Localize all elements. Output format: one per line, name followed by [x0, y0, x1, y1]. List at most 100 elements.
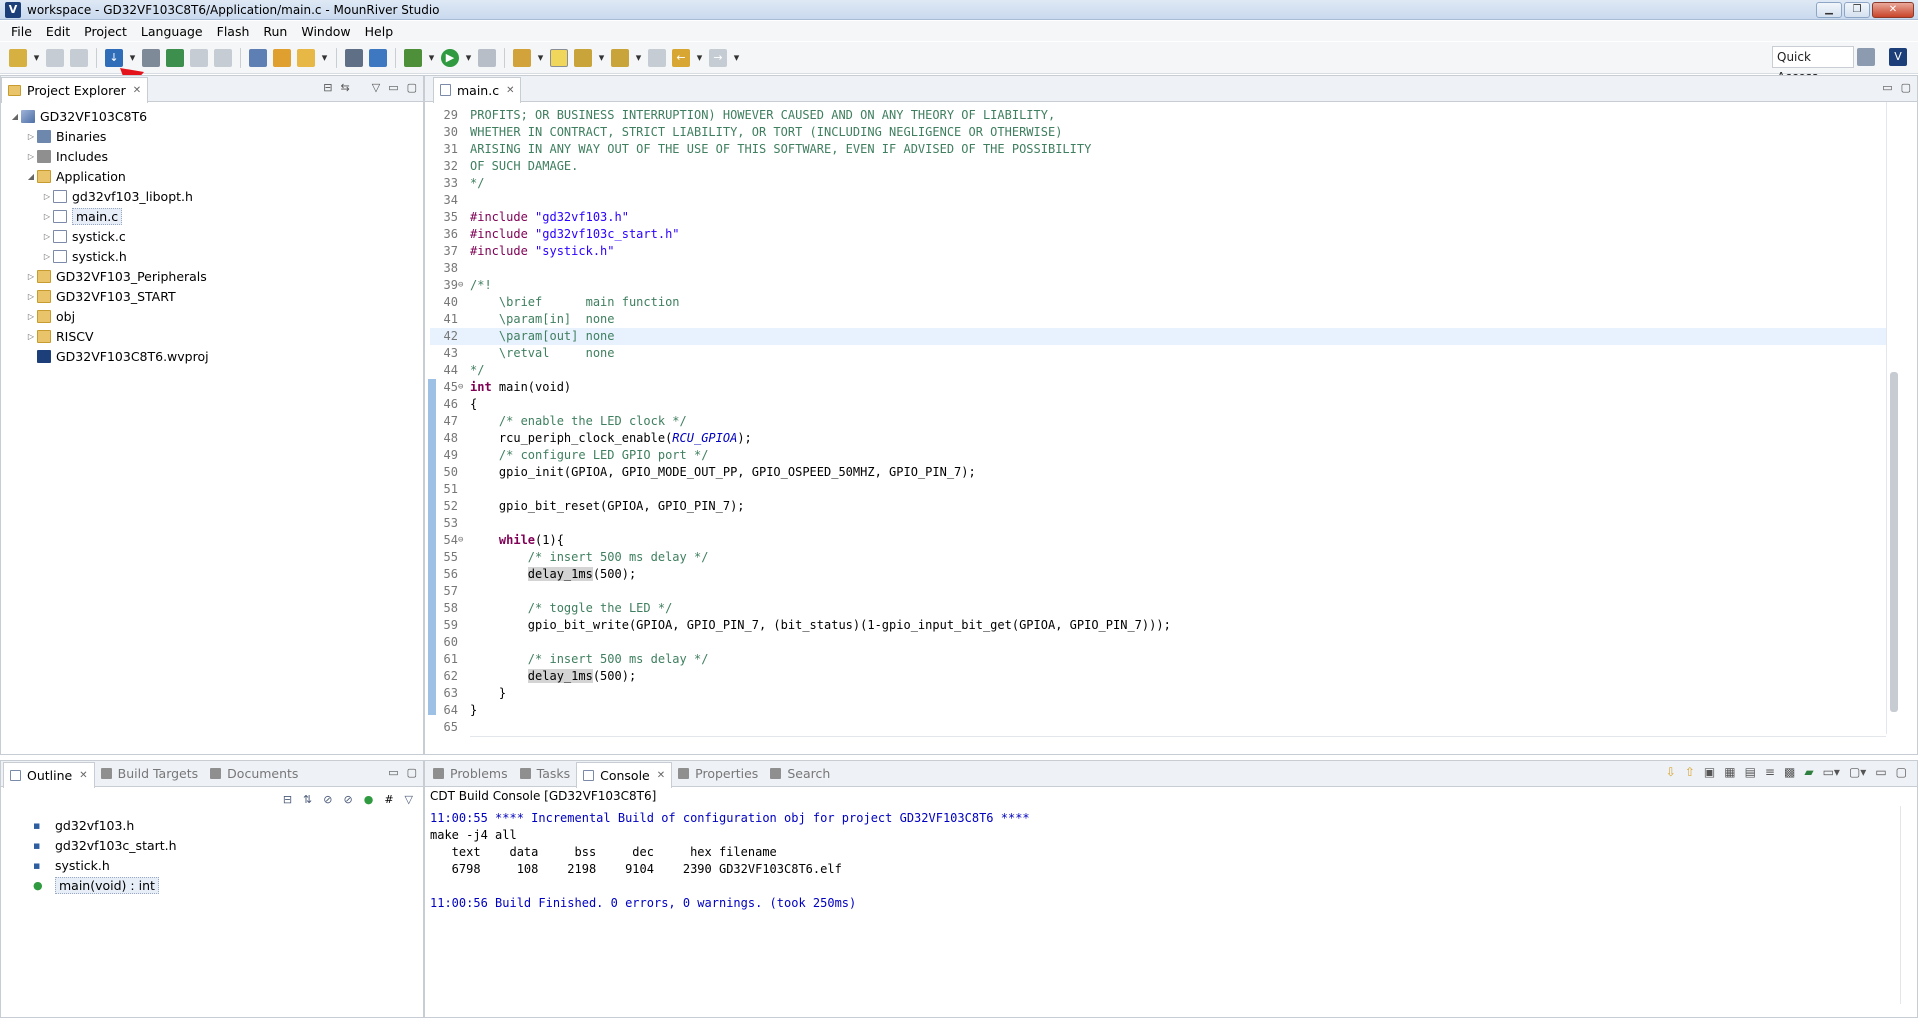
next-annotation-dropdown-icon[interactable]: ▾ [597, 49, 606, 67]
close-tab-icon[interactable]: ✕ [133, 85, 141, 96]
open-folder-icon[interactable] [297, 48, 315, 67]
link-editor-icon[interactable]: ⇆ [341, 81, 350, 94]
maximize-view-icon[interactable]: ▢ [1896, 765, 1907, 779]
expanded-icon[interactable]: ◢ [25, 172, 37, 181]
tab-console[interactable]: Console ✕ [576, 761, 673, 788]
tab-tasks[interactable]: Tasks [514, 762, 577, 786]
collapsed-icon[interactable]: ▷ [25, 312, 37, 321]
minimize-view-icon[interactable]: ▭ [388, 766, 398, 779]
debug-dropdown-icon[interactable]: ▾ [427, 49, 436, 67]
view-menu-icon[interactable]: ▽ [372, 81, 380, 94]
run-dropdown-icon[interactable]: ▾ [464, 49, 473, 67]
collapsed-icon[interactable]: ▷ [25, 292, 37, 301]
menu-window[interactable]: Window [294, 24, 357, 39]
tab-search[interactable]: Search [764, 762, 836, 786]
scroll-down-icon[interactable]: ⇩ [1666, 765, 1676, 779]
quick-access-field[interactable]: Quick Access [1772, 46, 1854, 84]
tree-item[interactable]: ▷ GD32VF103_START [1, 286, 423, 306]
new-project-icon[interactable] [273, 48, 291, 67]
back-icon[interactable]: ← [672, 48, 690, 67]
open-console-icon[interactable]: ▰ [1804, 765, 1813, 779]
collapsed-icon[interactable]: ▷ [25, 332, 37, 341]
forward-icon[interactable]: → [709, 48, 727, 67]
import-icon[interactable] [369, 48, 387, 67]
marker-icon[interactable] [513, 48, 531, 67]
open-perspective-icon[interactable] [1857, 48, 1875, 66]
minimize-view-icon[interactable]: ▭ [388, 81, 398, 94]
new-icon[interactable] [9, 48, 27, 67]
maximize-view-icon[interactable]: ▢ [407, 81, 417, 94]
console-vertical-scrollbar[interactable] [1900, 806, 1914, 1004]
menu-project[interactable]: Project [77, 24, 134, 39]
tree-item[interactable]: ▷ Binaries [1, 126, 423, 146]
scroll-lock-icon[interactable]: ▣ [1704, 765, 1715, 779]
perspective-mounriver-icon[interactable]: V [1889, 48, 1907, 66]
close-button[interactable]: ✕ [1872, 2, 1914, 18]
last-edit-icon[interactable] [648, 48, 666, 67]
minimize-button[interactable]: ▁ [1816, 2, 1842, 18]
collapsed-icon[interactable]: ▷ [41, 212, 53, 221]
menu-help[interactable]: Help [358, 24, 401, 39]
outline-item[interactable]: ● main(void) : int [1, 875, 423, 895]
close-tab-icon[interactable]: ✕ [657, 770, 665, 781]
close-tab-icon[interactable]: ✕ [79, 770, 87, 781]
minimize-view-icon[interactable]: ▭ [1882, 81, 1892, 94]
clear-console-icon[interactable]: ▦ [1724, 765, 1735, 779]
display-console-icon[interactable]: ▭▾ [1823, 765, 1840, 779]
run-icon[interactable]: ▶ [441, 48, 459, 67]
new-file-icon[interactable] [249, 48, 267, 67]
hide-fields-icon[interactable]: ⊘ [323, 793, 332, 806]
menu-file[interactable]: File [4, 24, 39, 39]
tab-main-c[interactable]: main.c ✕ [433, 76, 522, 103]
collapsed-icon[interactable]: ▷ [25, 152, 37, 161]
collapsed-icon[interactable]: ▷ [41, 252, 53, 261]
fold-toggle-icon[interactable]: ⊖ [458, 277, 463, 294]
collapsed-icon[interactable]: ▷ [25, 272, 37, 281]
tab-properties[interactable]: Properties [672, 762, 764, 786]
save-icon[interactable] [46, 48, 64, 67]
tab-outline[interactable]: Outline ✕ [3, 761, 95, 788]
open-dropdown-icon[interactable]: ▾ [320, 49, 329, 67]
back-dropdown-icon[interactable]: ▾ [695, 49, 704, 67]
tree-item[interactable]: ◢ GD32VF103C8T6 [1, 106, 423, 126]
forward-dropdown-icon[interactable]: ▾ [732, 49, 741, 67]
close-tab-icon[interactable]: ✕ [506, 85, 514, 96]
hide-macros-icon[interactable]: # [384, 793, 393, 806]
tab-project-explorer[interactable]: Project Explorer ✕ [1, 76, 149, 103]
scroll-up-icon[interactable]: ⇧ [1685, 765, 1695, 779]
sort-icon[interactable]: ⇅ [303, 793, 312, 806]
toggle-mark-occurrences-icon[interactable] [550, 48, 568, 67]
collapse-all-icon[interactable]: ⊟ [283, 793, 292, 806]
next-annotation-icon[interactable] [574, 48, 592, 67]
tree-item[interactable]: GD32VF103C8T6.wvproj [1, 346, 423, 366]
word-wrap-icon[interactable]: ≡ [1765, 765, 1775, 779]
collapsed-icon[interactable]: ▷ [25, 132, 37, 141]
editor-scroll-thumb[interactable] [1890, 372, 1898, 712]
tree-item[interactable]: ▷ systick.h [1, 246, 423, 266]
menu-language[interactable]: Language [134, 24, 210, 39]
marker-dropdown-icon[interactable]: ▾ [536, 49, 545, 67]
tree-item[interactable]: ▷ systick.c [1, 226, 423, 246]
editor-vertical-scrollbar[interactable] [1886, 102, 1900, 734]
fold-toggle-icon[interactable]: ⊖ [458, 532, 463, 549]
outline-item[interactable]: ▪ gd32vf103.h [1, 815, 423, 835]
tree-item[interactable]: ▷ Includes [1, 146, 423, 166]
collapsed-icon[interactable]: ▷ [41, 192, 53, 201]
new-console-icon[interactable]: ▢▾ [1849, 765, 1866, 779]
menu-flash[interactable]: Flash [210, 24, 257, 39]
collapsed-icon[interactable]: ▷ [41, 232, 53, 241]
external-tools-icon[interactable] [478, 48, 496, 67]
tree-item[interactable]: ▷ RISCV [1, 326, 423, 346]
code-editor[interactable]: 29 PROFITS; OR BUSINESS INTERRUPTION) HOW… [430, 107, 1900, 739]
tree-item[interactable]: ▷ main.c [1, 206, 423, 226]
tree-item[interactable]: ▷ GD32VF103_Peripherals [1, 266, 423, 286]
maximize-view-icon[interactable]: ▢ [407, 766, 417, 779]
menu-edit[interactable]: Edit [39, 24, 77, 39]
fold-toggle-icon[interactable]: ⊖ [458, 379, 463, 396]
debug-icon[interactable] [404, 48, 422, 67]
pin-console-icon[interactable]: ▤ [1745, 765, 1756, 779]
hide-static-icon[interactable]: ⊘ [343, 793, 352, 806]
view-menu-icon[interactable]: ▽ [405, 793, 413, 806]
new-dropdown-icon[interactable]: ▾ [32, 49, 41, 67]
menu-run[interactable]: Run [256, 24, 294, 39]
